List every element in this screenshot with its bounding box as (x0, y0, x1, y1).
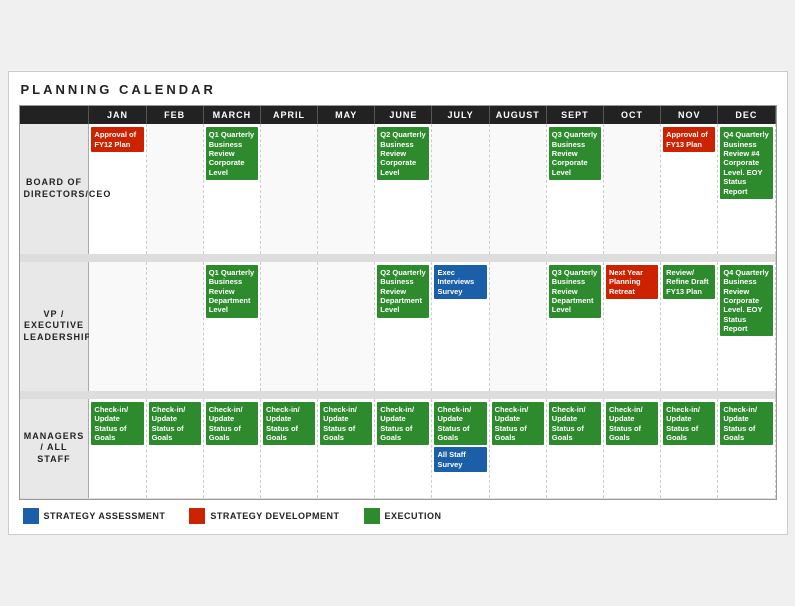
legend-strategy-assessment-label: STRATEGY ASSESSMENT (44, 511, 166, 521)
divider-2 (20, 391, 776, 398)
board-dec: Q4 Quarterly Business Review #4 Corporat… (718, 124, 775, 254)
managers-oct: Check-in/ Update Status of Goals (603, 398, 660, 498)
vp-dec: Q4 Quarterly Business Review Corporate L… (718, 261, 775, 391)
vp-sept: Q3 Quarterly Business Review Department … (546, 261, 603, 391)
managers-jan: Check-in/ Update Status of Goals (89, 398, 146, 498)
managers-august-event: Check-in/ Update Status of Goals (492, 402, 544, 446)
managers-july-survey-event: All Staff Survey (434, 447, 486, 472)
vp-march: Q1 Quarterly Business Review Department … (203, 261, 260, 391)
managers-july: Check-in/ Update Status of Goals All Sta… (432, 398, 489, 498)
header-nov: NOV (661, 106, 718, 124)
board-nov-event: Approval of FY13 Plan (663, 127, 715, 152)
board-nov: Approval of FY13 Plan (661, 124, 718, 254)
header-oct: OCT (603, 106, 660, 124)
legend-strategy-assessment: STRATEGY ASSESSMENT (23, 508, 166, 524)
legend: STRATEGY ASSESSMENT STRATEGY DEVELOPMENT… (19, 508, 777, 524)
managers-nov: Check-in/ Update Status of Goals (661, 398, 718, 498)
managers-oct-event: Check-in/ Update Status of Goals (606, 402, 658, 446)
header-dec: DEC (718, 106, 775, 124)
board-feb (146, 124, 203, 254)
managers-march-event: Check-in/ Update Status of Goals (206, 402, 258, 446)
header-july: JULY (432, 106, 489, 124)
header-may: MAY (318, 106, 375, 124)
divider-1 (20, 254, 776, 261)
vp-oct-event: Next Year Planning Retreat (606, 265, 658, 299)
managers-label: MANAGERS / ALL STAFF (20, 398, 89, 498)
planning-calendar-container: PLANNING CALENDAR JAN FEB MARCH APRIL MA… (8, 71, 788, 535)
legend-green-box (364, 508, 380, 524)
managers-sept: Check-in/ Update Status of Goals (546, 398, 603, 498)
managers-july-checkin-event: Check-in/ Update Status of Goals (434, 402, 486, 446)
header-jan: JAN (89, 106, 146, 124)
header-row: JAN FEB MARCH APRIL MAY JUNE JULY AUGUST… (20, 106, 776, 124)
vp-may (318, 261, 375, 391)
managers-march: Check-in/ Update Status of Goals (203, 398, 260, 498)
board-july (432, 124, 489, 254)
header-empty (20, 106, 89, 124)
managers-april: Check-in/ Update Status of Goals (260, 398, 317, 498)
managers-may: Check-in/ Update Status of Goals (318, 398, 375, 498)
managers-jan-event: Check-in/ Update Status of Goals (91, 402, 143, 446)
header-june: JUNE (375, 106, 432, 124)
managers-row: MANAGERS / ALL STAFF Check-in/ Update St… (20, 398, 776, 498)
vp-nov: Review/ Refine Draft FY13 Plan (661, 261, 718, 391)
vp-sept-event: Q3 Quarterly Business Review Department … (549, 265, 601, 318)
vp-oct: Next Year Planning Retreat (603, 261, 660, 391)
legend-execution: EXECUTION (364, 508, 442, 524)
vp-march-event: Q1 Quarterly Business Review Department … (206, 265, 258, 318)
vp-dec-event: Q4 Quarterly Business Review Corporate L… (720, 265, 772, 337)
header-march: MARCH (203, 106, 260, 124)
managers-feb: Check-in/ Update Status of Goals (146, 398, 203, 498)
board-jan-event: Approval of FY12 Plan (91, 127, 143, 152)
vp-august (489, 261, 546, 391)
board-jan: Approval of FY12 Plan (89, 124, 146, 254)
managers-dec-event: Check-in/ Update Status of Goals (720, 402, 772, 446)
managers-april-event: Check-in/ Update Status of Goals (263, 402, 315, 446)
vp-june-event: Q2 Quarterly Business Review Department … (377, 265, 429, 318)
legend-red-box (189, 508, 205, 524)
legend-execution-label: EXECUTION (385, 511, 442, 521)
managers-feb-event: Check-in/ Update Status of Goals (149, 402, 201, 446)
managers-august: Check-in/ Update Status of Goals (489, 398, 546, 498)
board-june: Q2 Quarterly Business Review Corporate L… (375, 124, 432, 254)
board-sept: Q3 Quarterly Business Review Corporate L… (546, 124, 603, 254)
managers-june-event: Check-in/ Update Status of Goals (377, 402, 429, 446)
vp-june: Q2 Quarterly Business Review Department … (375, 261, 432, 391)
board-sept-event: Q3 Quarterly Business Review Corporate L… (549, 127, 601, 180)
legend-strategy-development-label: STRATEGY DEVELOPMENT (210, 511, 339, 521)
header-sept: SEPT (546, 106, 603, 124)
board-may (318, 124, 375, 254)
vp-jan (89, 261, 146, 391)
calendar-wrapper: JAN FEB MARCH APRIL MAY JUNE JULY AUGUST… (19, 105, 777, 500)
header-april: APRIL (260, 106, 317, 124)
legend-blue-box (23, 508, 39, 524)
managers-may-event: Check-in/ Update Status of Goals (320, 402, 372, 446)
board-august (489, 124, 546, 254)
header-feb: FEB (146, 106, 203, 124)
board-april (260, 124, 317, 254)
vp-nov-event: Review/ Refine Draft FY13 Plan (663, 265, 715, 299)
board-oct (603, 124, 660, 254)
vp-july-event: Exec Interviews Survey (434, 265, 486, 299)
managers-june: Check-in/ Update Status of Goals (375, 398, 432, 498)
vp-feb (146, 261, 203, 391)
board-label: BOARD OF DIRECTORS/CEO (20, 124, 89, 254)
page-title: PLANNING CALENDAR (19, 82, 777, 97)
managers-dec: Check-in/ Update Status of Goals (718, 398, 775, 498)
managers-sept-event: Check-in/ Update Status of Goals (549, 402, 601, 446)
managers-nov-event: Check-in/ Update Status of Goals (663, 402, 715, 446)
calendar-table: JAN FEB MARCH APRIL MAY JUNE JULY AUGUST… (20, 106, 776, 499)
header-august: AUGUST (489, 106, 546, 124)
board-row: BOARD OF DIRECTORS/CEO Approval of FY12 … (20, 124, 776, 254)
vp-label: VP / EXECUTIVE LEADERSHIP (20, 261, 89, 391)
board-march-event: Q1 Quarterly Business Review Corporate L… (206, 127, 258, 180)
vp-april (260, 261, 317, 391)
legend-strategy-development: STRATEGY DEVELOPMENT (189, 508, 339, 524)
board-dec-event: Q4 Quarterly Business Review #4 Corporat… (720, 127, 772, 199)
board-june-event: Q2 Quarterly Business Review Corporate L… (377, 127, 429, 180)
vp-row: VP / EXECUTIVE LEADERSHIP Q1 Quarterly B… (20, 261, 776, 391)
vp-july: Exec Interviews Survey (432, 261, 489, 391)
board-march: Q1 Quarterly Business Review Corporate L… (203, 124, 260, 254)
